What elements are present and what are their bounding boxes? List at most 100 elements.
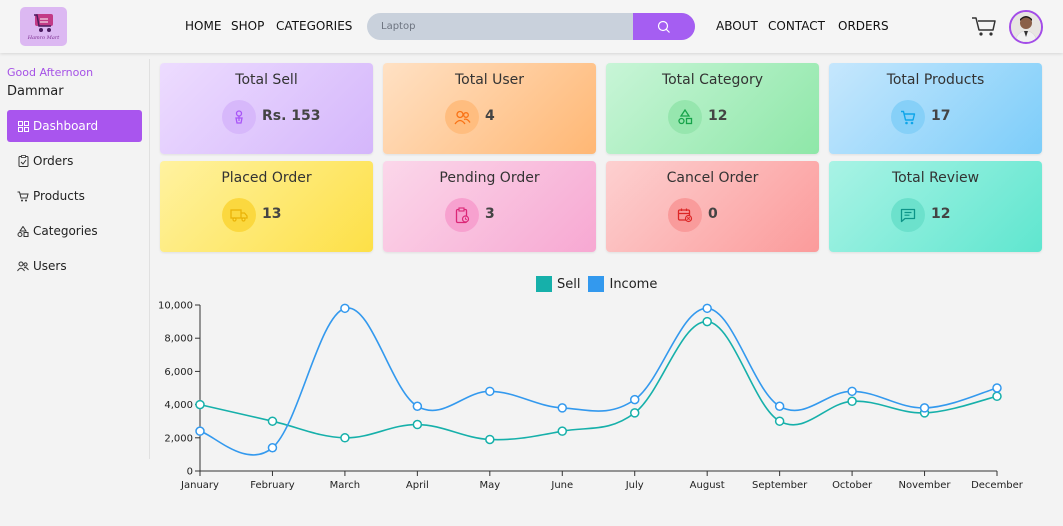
sidebar-item-label: Products (33, 189, 85, 203)
data-point-sell (340, 433, 350, 443)
nav-contact[interactable]: CONTACT (768, 19, 825, 33)
clipboard-icon (17, 155, 29, 167)
shapes-icon (668, 100, 702, 134)
series-line-sell (199, 320, 998, 441)
card-value: 13 (262, 206, 282, 222)
series-line-income (199, 307, 998, 456)
stat-card-total-products[interactable]: Total Products 17 (829, 63, 1042, 154)
clipboard-clock-icon (445, 198, 479, 232)
x-tick-label: March (330, 480, 360, 491)
data-point-sell (195, 399, 205, 410)
truck-icon (222, 198, 256, 232)
data-point-sell (992, 391, 1002, 402)
card-value: 12 (708, 108, 728, 124)
card-value: 17 (931, 108, 951, 124)
stat-card-total-review[interactable]: Total Review 12 (829, 161, 1042, 252)
data-point-income (919, 403, 930, 413)
sidebar-item-categories[interactable]: Categories (7, 215, 142, 247)
card-title: Total Sell (235, 72, 298, 88)
x-tick-label: September (752, 480, 808, 491)
calendar-cancel-icon (668, 198, 702, 232)
users-icon (445, 100, 479, 134)
y-tick-label: 8,000 (164, 334, 193, 345)
stat-card-cancel-order[interactable]: Cancel Order 0 (606, 161, 819, 252)
card-title: Cancel Order (666, 170, 759, 186)
stat-card-placed-order[interactable]: Placed Order 13 (160, 161, 373, 252)
y-tick-label: 6,000 (164, 367, 193, 378)
users-icon (17, 260, 29, 272)
dashboard-icon (17, 120, 29, 132)
data-point-income (702, 303, 712, 314)
card-value: 12 (931, 206, 951, 222)
cart-icon (17, 190, 29, 202)
data-point-income (557, 403, 568, 413)
user-photo-icon (1011, 12, 1041, 42)
x-tick-label: December (971, 480, 1024, 491)
search-button[interactable] (633, 13, 695, 40)
line-chart-svg: 0 2,000 4,000 6,000 8,000 10,000 January Februa… (158, 301, 1024, 492)
top-header: Hamro Mart HOME SHOP CATEGORIES ABOUT CO… (0, 0, 1063, 53)
sidebar-item-products[interactable]: Products (7, 180, 142, 212)
nav-shop[interactable]: SHOP (231, 19, 264, 33)
sidebar-item-orders[interactable]: Orders (7, 145, 142, 177)
nav-about[interactable]: ABOUT (716, 19, 758, 33)
data-point-income (774, 401, 785, 412)
data-point-income (195, 426, 205, 436)
card-title: Total Category (661, 72, 764, 88)
nav-categories[interactable]: CATEGORIES (276, 19, 352, 33)
x-tick-label: November (899, 480, 952, 491)
data-point-sell (412, 419, 423, 430)
stat-card-total-sell[interactable]: Total Sell Rs. 153 (160, 63, 373, 154)
x-tick-label: April (406, 480, 429, 491)
nav-home[interactable]: HOME (185, 19, 221, 33)
stat-card-total-category[interactable]: Total Category 12 (606, 63, 819, 154)
data-point-income (485, 386, 495, 397)
x-tick-label: February (250, 480, 294, 491)
stat-card-pending-order[interactable]: Pending Order 3 (383, 161, 596, 252)
search-input[interactable] (367, 13, 633, 40)
card-value: 0 (708, 206, 718, 222)
cart-icon (972, 17, 996, 36)
brand-logo[interactable]: Hamro Mart (20, 7, 67, 46)
x-tick-label: January (180, 480, 219, 491)
x-tick-label: August (690, 480, 725, 491)
avatar[interactable] (1009, 10, 1043, 44)
data-point-income (412, 401, 423, 412)
data-point-sell (629, 408, 640, 418)
data-point-sell (774, 416, 785, 426)
sales-chart: Sell Income 0 2,000 4,000 6,000 8,000 10,000 J… (150, 262, 1063, 526)
data-point-income (992, 383, 1002, 393)
logo-text: Hamro Mart (27, 35, 60, 41)
sidebar: Good Afternoon Dammar Dashboard Orders P… (0, 59, 150, 459)
y-tick-label: 2,000 (164, 433, 193, 444)
data-point-income (340, 303, 350, 314)
greeting-text: Good Afternoon (7, 66, 94, 79)
y-tick-label: 10,000 (158, 301, 193, 312)
cart-icon (891, 100, 925, 134)
stat-card-total-user[interactable]: Total User 4 (383, 63, 596, 154)
x-tick-label: July (625, 480, 644, 491)
x-tick-label: June (550, 480, 573, 491)
sidebar-item-users[interactable]: Users (7, 250, 142, 282)
search-bar (367, 13, 695, 40)
search-icon (657, 20, 670, 33)
logo-cart-icon (33, 14, 53, 32)
card-title: Total Products (886, 72, 985, 88)
y-tick-label: 0 (187, 467, 193, 478)
sidebar-item-label: Dashboard (33, 119, 99, 133)
shapes-icon (17, 225, 29, 237)
header-cart-button[interactable] (970, 14, 998, 42)
data-point-income (629, 394, 640, 405)
data-point-sell (485, 434, 495, 445)
card-value: Rs. 153 (262, 108, 321, 124)
sidebar-item-label: Orders (33, 154, 74, 168)
data-point-income (847, 386, 857, 397)
data-point-sell (702, 316, 712, 327)
card-title: Total Review (891, 170, 980, 186)
review-icon (891, 198, 925, 232)
data-point-sell (847, 396, 857, 407)
card-title: Pending Order (439, 170, 540, 186)
sidebar-item-dashboard[interactable]: Dashboard (7, 110, 142, 142)
nav-orders[interactable]: ORDERS (838, 19, 889, 33)
card-value: 3 (485, 206, 495, 222)
